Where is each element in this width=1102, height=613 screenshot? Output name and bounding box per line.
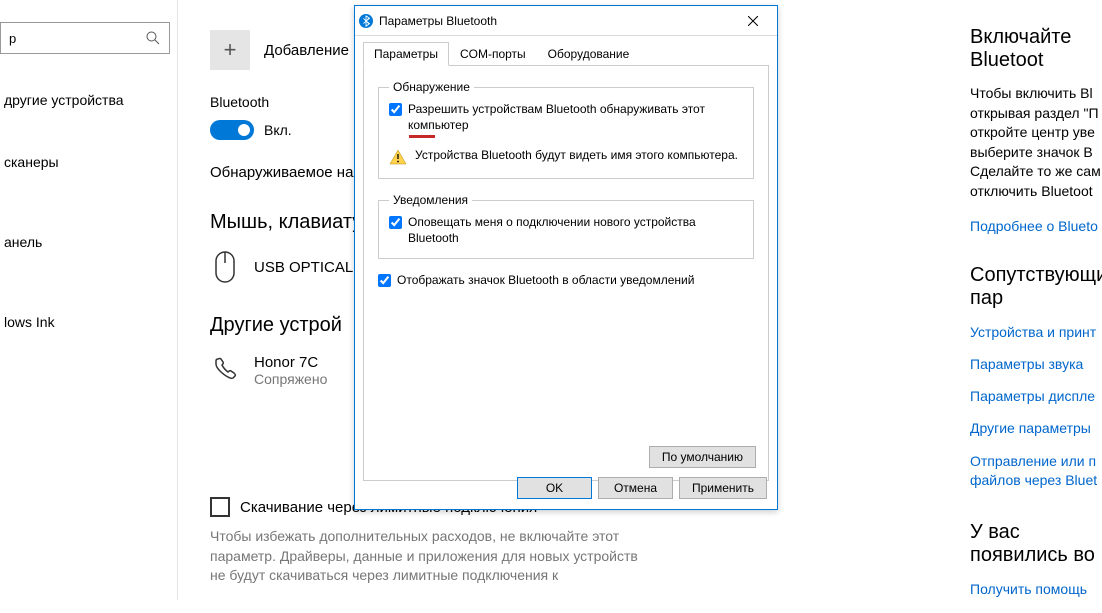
help-panel: Включайте Bluetoot Чтобы включить Bl отк… (970, 26, 1102, 613)
other-settings-link[interactable]: Другие параметры (970, 420, 1102, 436)
allow-discovery-checkbox-row[interactable]: Разрешить устройствам Bluetooth обнаружи… (389, 102, 743, 133)
show-tray-icon-row[interactable]: Отображать значок Bluetooth в области ув… (378, 273, 754, 287)
notify-new-device-label: Оповещать меня о подключении нового устр… (408, 215, 743, 246)
red-highlight (409, 135, 435, 138)
default-button[interactable]: По умолчанию (649, 446, 756, 468)
enable-bt-description: Чтобы включить Bl открывая раздел "П отк… (970, 84, 1102, 202)
add-icon: + (210, 30, 250, 70)
discovery-warning: Устройства Bluetooth будут видеть имя эт… (389, 148, 743, 166)
related-params-heading: Сопутствующие пар (970, 264, 1102, 310)
allow-discovery-checkbox[interactable] (389, 103, 402, 116)
discovery-group: Обнаружение Разрешить устройствам Blueto… (378, 80, 754, 179)
sidebar-item-other-devices[interactable]: другие устройства (0, 82, 177, 118)
notify-new-device-row[interactable]: Оповещать меня о подключении нового устр… (389, 215, 743, 246)
notifications-group: Уведомления Оповещать меня о подключении… (378, 193, 754, 259)
enable-bt-heading: Включайте Bluetoot (970, 26, 1102, 72)
sidebar-item-panel[interactable]: анель (0, 224, 177, 260)
display-settings-link[interactable]: Параметры диспле (970, 388, 1102, 404)
mouse-device-name: USB OPTICAL (254, 259, 353, 276)
devices-printers-link[interactable]: Устройства и принт (970, 324, 1102, 340)
sidebar-item-windows-ink[interactable]: lows Ink (0, 304, 177, 340)
show-tray-icon-label: Отображать значок Bluetooth в области ув… (397, 273, 694, 287)
dialog-tabs: Параметры COM-порты Оборудование (355, 36, 777, 66)
notify-new-device-checkbox[interactable] (389, 216, 402, 229)
mouse-icon (210, 248, 240, 286)
bluetooth-params-dialog: Параметры Bluetooth Параметры COM-порты … (354, 5, 778, 510)
discovery-legend: Обнаружение (389, 80, 474, 94)
toggle-state-label: Вкл. (264, 122, 292, 138)
get-help-link[interactable]: Получить помощь (970, 581, 1102, 597)
add-device-label: Добавление (264, 42, 349, 59)
tab-content: Обнаружение Разрешить устройствам Blueto… (363, 65, 769, 481)
search-box[interactable] (0, 22, 170, 54)
ok-button[interactable]: OK (517, 477, 592, 499)
metered-description: Чтобы избежать дополнительных расходов, … (210, 527, 650, 586)
sound-settings-link[interactable]: Параметры звука (970, 356, 1102, 372)
discovery-warning-text: Устройства Bluetooth будут видеть имя эт… (415, 148, 738, 162)
notifications-legend: Уведомления (389, 193, 472, 207)
allow-discovery-label: Разрешить устройствам Bluetooth обнаружи… (408, 102, 743, 133)
search-input[interactable] (9, 31, 145, 46)
tab-com-ports[interactable]: COM-порты (449, 42, 537, 66)
questions-heading: У вас появились во (970, 521, 1102, 567)
bluetooth-toggle[interactable] (210, 120, 254, 140)
close-icon (748, 16, 758, 26)
phone-device-status: Сопряжено (254, 371, 327, 387)
dialog-title: Параметры Bluetooth (379, 14, 733, 28)
tab-parameters[interactable]: Параметры (363, 42, 449, 66)
tab-hardware[interactable]: Оборудование (537, 42, 641, 66)
warning-icon (389, 148, 407, 166)
show-tray-icon-checkbox[interactable] (378, 274, 391, 287)
settings-sidebar: другие устройства сканеры анель lows Ink (0, 0, 178, 600)
metered-checkbox[interactable] (210, 497, 230, 517)
close-button[interactable] (733, 7, 773, 35)
phone-device-name: Honor 7C (254, 354, 327, 371)
apply-button[interactable]: Применить (679, 477, 767, 499)
search-icon (145, 30, 161, 46)
dialog-titlebar: Параметры Bluetooth (355, 6, 777, 36)
cancel-button[interactable]: Отмена (598, 477, 673, 499)
dialog-footer: OK Отмена Применить (511, 477, 767, 499)
more-about-bluetooth-link[interactable]: Подробнее о Blueto (970, 218, 1102, 234)
send-receive-files-link[interactable]: Отправление или п файлов через Bluet (970, 452, 1102, 491)
phone-icon (210, 351, 240, 389)
sidebar-item-scanners[interactable]: сканеры (0, 144, 177, 180)
bluetooth-icon (359, 14, 373, 28)
